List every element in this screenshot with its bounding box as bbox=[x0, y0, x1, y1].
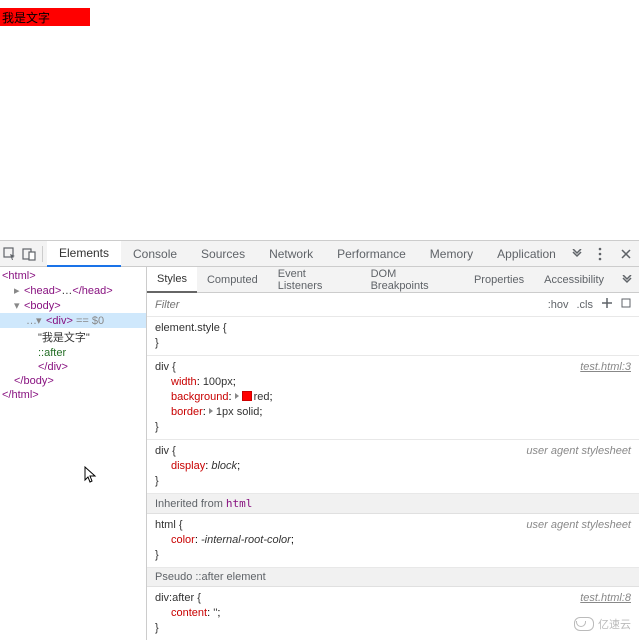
tab-console[interactable]: Console bbox=[121, 241, 189, 267]
color-swatch[interactable] bbox=[242, 391, 252, 401]
source-ua: user agent stylesheet bbox=[526, 518, 631, 533]
subtab-dom-breakpoints[interactable]: DOM Breakpoints bbox=[361, 267, 464, 293]
tab-network[interactable]: Network bbox=[257, 241, 325, 267]
hov-toggle[interactable]: :hov bbox=[548, 299, 569, 311]
subtab-accessibility[interactable]: Accessibility bbox=[534, 267, 614, 293]
close-icon[interactable] bbox=[613, 241, 639, 267]
dom-pseudo-after[interactable]: ::after bbox=[0, 346, 146, 360]
new-rule-icon[interactable] bbox=[601, 297, 613, 312]
styles-panel: Styles Computed Event Listeners DOM Brea… bbox=[147, 267, 639, 640]
cls-toggle[interactable]: .cls bbox=[577, 299, 594, 311]
dom-text-node[interactable]: "我是文字" bbox=[0, 328, 146, 346]
sub-tab-bar: Styles Computed Event Listeners DOM Brea… bbox=[147, 267, 639, 293]
filter-bar: :hov .cls bbox=[147, 293, 639, 317]
dom-node-div-close[interactable]: </div> bbox=[0, 360, 146, 374]
dom-node-div-selected[interactable]: …▾<div> == $0 bbox=[0, 313, 146, 328]
dom-node-body[interactable]: ▾<body> bbox=[0, 298, 146, 313]
subtab-styles[interactable]: Styles bbox=[147, 267, 197, 293]
settings-icon[interactable] bbox=[587, 241, 613, 267]
source-link[interactable]: test.html:8 bbox=[580, 591, 631, 606]
main-tab-bar: Elements Console Sources Network Perform… bbox=[0, 241, 639, 267]
pseudo-header: Pseudo ::after element bbox=[147, 568, 639, 587]
expand-icon[interactable] bbox=[209, 408, 213, 414]
tab-elements[interactable]: Elements bbox=[47, 241, 121, 267]
rule-div-after[interactable]: test.html:8 div:after { content: ''; } bbox=[147, 587, 639, 640]
expand-icon[interactable] bbox=[235, 393, 239, 399]
styles-body[interactable]: element.style { } test.html:3 div { widt… bbox=[147, 317, 639, 640]
separator bbox=[42, 246, 43, 262]
subtab-event-listeners[interactable]: Event Listeners bbox=[268, 267, 361, 293]
expand-icon[interactable] bbox=[621, 298, 631, 311]
rule-div[interactable]: test.html:3 div { width: 100px; backgrou… bbox=[147, 356, 639, 440]
rule-div-ua[interactable]: user agent stylesheet div { display: blo… bbox=[147, 440, 639, 494]
page-viewport: 我是文字 bbox=[0, 0, 639, 240]
dom-node-body-close[interactable]: </body> bbox=[0, 374, 146, 388]
subtab-computed[interactable]: Computed bbox=[197, 267, 268, 293]
dom-node-head[interactable]: ▸<head>…</head> bbox=[0, 283, 146, 298]
inspect-icon[interactable] bbox=[0, 241, 19, 267]
tab-performance[interactable]: Performance bbox=[325, 241, 418, 267]
more-subtabs-icon[interactable] bbox=[614, 267, 639, 293]
source-link[interactable]: test.html:3 bbox=[580, 360, 631, 375]
dom-tree[interactable]: <html> ▸<head>…</head> ▾<body> …▾<div> =… bbox=[0, 267, 147, 640]
filter-input[interactable] bbox=[155, 299, 540, 311]
inherited-header: Inherited from html bbox=[147, 494, 639, 514]
more-tabs-icon[interactable] bbox=[568, 241, 587, 267]
devtools-panel: Elements Console Sources Network Perform… bbox=[0, 240, 639, 640]
subtab-properties[interactable]: Properties bbox=[464, 267, 534, 293]
dom-node-html[interactable]: <html> bbox=[0, 269, 146, 283]
source-ua: user agent stylesheet bbox=[526, 444, 631, 459]
tab-sources[interactable]: Sources bbox=[189, 241, 257, 267]
rule-element-style[interactable]: element.style { } bbox=[147, 317, 639, 356]
dom-node-html-close[interactable]: </html> bbox=[0, 388, 146, 402]
tab-memory[interactable]: Memory bbox=[418, 241, 485, 267]
rendered-div[interactable]: 我是文字 bbox=[0, 8, 90, 26]
device-toggle-icon[interactable] bbox=[19, 241, 38, 267]
tab-application[interactable]: Application bbox=[485, 241, 568, 267]
rule-html-ua[interactable]: user agent stylesheet html { color: -int… bbox=[147, 514, 639, 568]
